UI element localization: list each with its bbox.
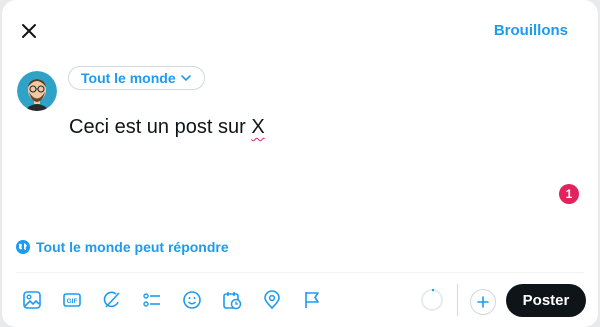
flag-button[interactable] [296, 286, 328, 314]
post-button[interactable]: Poster [506, 284, 586, 317]
audience-selector[interactable]: Tout le monde [68, 66, 205, 90]
audience-label: Tout le monde [81, 70, 176, 86]
location-button[interactable] [256, 286, 288, 314]
poll-icon [143, 293, 160, 307]
notification-badge[interactable]: 1 [559, 184, 579, 204]
flag-icon [305, 292, 319, 308]
location-icon [264, 290, 280, 310]
avatar-image [17, 71, 57, 111]
gif-button[interactable]: GIF [56, 286, 88, 314]
post-text-editor[interactable]: Ceci est un post sur X [69, 116, 265, 139]
close-button[interactable] [16, 18, 42, 44]
toolbar-separator [457, 284, 458, 316]
compose-toolbar: GIF [16, 286, 328, 314]
add-post-button[interactable] [470, 289, 496, 315]
schedule-icon [223, 292, 242, 310]
emoji-icon [183, 291, 201, 309]
media-button[interactable] [16, 286, 48, 314]
reply-settings-button[interactable]: Tout le monde peut répondre [16, 239, 229, 255]
post-text: Ceci est un post sur [69, 116, 252, 138]
poll-button[interactable] [136, 286, 168, 314]
divider [16, 272, 584, 273]
globe-icon [16, 240, 30, 254]
plus-icon [477, 296, 489, 308]
chevron-down-icon [180, 75, 191, 82]
character-progress-ring [421, 288, 443, 311]
schedule-button[interactable] [216, 286, 248, 314]
media-icon [23, 291, 41, 309]
grok-button[interactable] [96, 286, 128, 314]
gif-icon: GIF [63, 293, 81, 307]
drafts-button[interactable]: Brouillons [494, 22, 568, 39]
reply-settings-label: Tout le monde peut répondre [36, 239, 229, 255]
grok-icon [103, 291, 120, 308]
gif-text: GIF [67, 298, 78, 305]
compose-dialog: Brouillons Tout le monde Ceci est un pos… [2, 0, 598, 327]
avatar[interactable] [17, 71, 57, 111]
emoji-button[interactable] [176, 286, 208, 314]
close-icon [22, 24, 36, 38]
misspelled-word: X [251, 116, 265, 138]
